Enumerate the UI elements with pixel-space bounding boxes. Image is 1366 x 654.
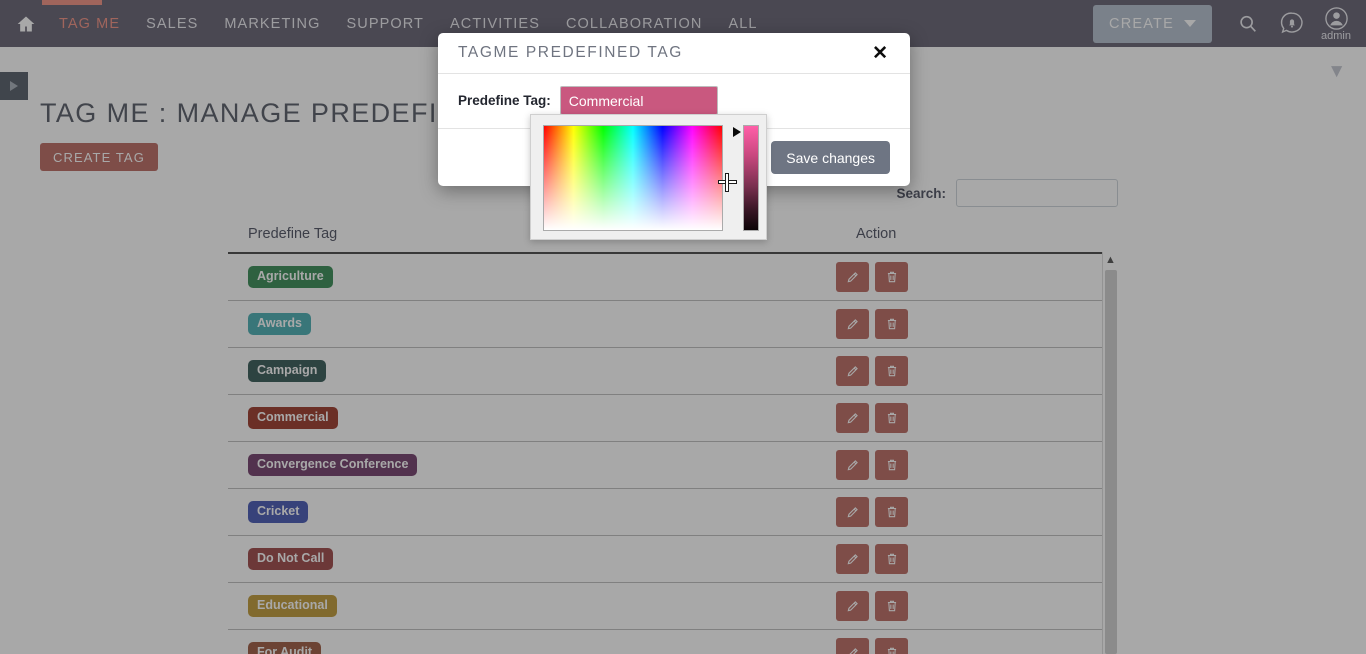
color-picker-popup[interactable]	[530, 114, 767, 240]
brightness-slider[interactable]	[743, 125, 759, 231]
modal-title: TAGME PREDEFINED TAG	[458, 44, 683, 61]
slider-marker-icon	[733, 127, 741, 137]
predefine-tag-label: Predefine Tag:	[458, 93, 551, 108]
crosshair-cursor-icon	[719, 174, 736, 191]
modal-header: TAGME PREDEFINED TAG ✕	[438, 33, 910, 74]
save-changes-button[interactable]: Save changes	[771, 141, 890, 174]
predefine-tag-input[interactable]	[559, 86, 718, 115]
close-icon[interactable]: ✕	[870, 44, 890, 63]
saturation-value-gradient[interactable]	[543, 125, 736, 231]
